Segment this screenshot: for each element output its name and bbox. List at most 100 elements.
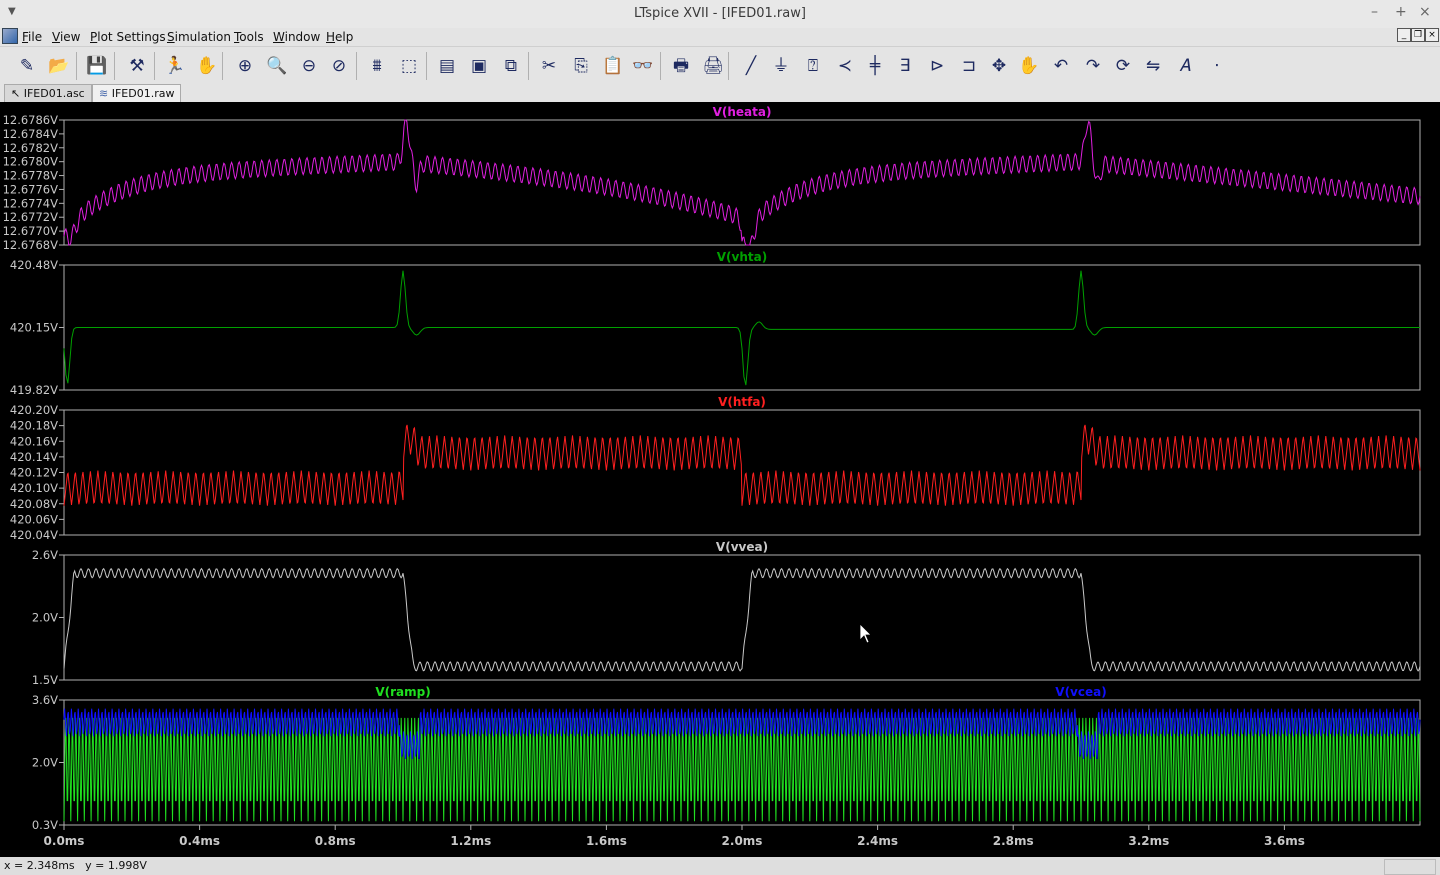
y-tick-label: 420.20V xyxy=(10,403,58,417)
paste-icon[interactable]: 📋 xyxy=(600,53,626,79)
toolbar-separator xyxy=(660,52,661,80)
x-tick-label: 3.6ms xyxy=(1264,834,1305,848)
trace-label[interactable]: V(vhta) xyxy=(717,250,767,264)
app-icon[interactable] xyxy=(2,28,18,44)
new-schematic-icon[interactable]: ✎ xyxy=(14,53,40,79)
text-icon[interactable]: 𝐴 xyxy=(1172,53,1198,79)
y-tick-label: 420.15V xyxy=(10,321,58,335)
mdi-minimize-icon[interactable]: _ xyxy=(1397,28,1411,42)
menu-plot-settings[interactable]: Plot Settings xyxy=(90,30,166,44)
toolbar-separator xyxy=(426,52,427,80)
tab-label: IFED01.asc xyxy=(23,87,85,100)
resistor-icon[interactable]: ≺ xyxy=(832,53,858,79)
mirror-icon[interactable]: ⇋ xyxy=(1140,53,1166,79)
tab-ifed01-asc[interactable]: ↖ IFED01.asc xyxy=(4,84,92,102)
x-tick-label: 0.0ms xyxy=(44,834,85,848)
menu-tools[interactable]: Tools xyxy=(234,30,264,44)
zoom-cancel-icon[interactable]: ⊘ xyxy=(326,53,352,79)
cut-icon[interactable]: ✂ xyxy=(536,53,562,79)
y-tick-label: 420.18V xyxy=(10,419,58,433)
y-tick-label: 0.3V xyxy=(32,818,58,832)
toolbar-separator xyxy=(728,52,729,80)
menu-window[interactable]: Window xyxy=(273,30,320,44)
x-tick-label: 2.0ms xyxy=(722,834,763,848)
trace-label[interactable]: V(htfa) xyxy=(718,395,766,409)
status-bar: x = 2.348ms y = 1.998V xyxy=(0,857,1440,875)
toolbar-separator xyxy=(114,52,115,80)
waveform-viewer[interactable]: 12.6786V 12.6784V 12.6782V 12.6780V 12.6778V… xyxy=(0,102,1440,857)
y-tick-label: 12.6772V xyxy=(3,210,59,224)
menu-help[interactable]: Help xyxy=(326,30,353,44)
title-bar: ▼ LTspice XVII - [IFED01.raw] – + × xyxy=(0,0,1440,28)
document-tabs: ↖ IFED01.asc ≋ IFED01.raw xyxy=(0,84,1440,102)
toolbar-separator xyxy=(76,52,77,80)
mdi-restore-icon[interactable]: ❐ xyxy=(1411,28,1425,42)
zoom-out-icon[interactable]: 🔍 xyxy=(264,53,290,79)
menu-view[interactable]: View xyxy=(52,30,80,44)
print-icon[interactable]: 🖨 xyxy=(700,53,726,79)
toolbar-separator xyxy=(154,52,155,80)
draw-wire-icon[interactable]: ╱ xyxy=(738,53,764,79)
resize-grip[interactable] xyxy=(1384,859,1436,875)
plot-pane-3[interactable] xyxy=(63,409,1421,536)
save-icon[interactable]: 💾 xyxy=(84,53,110,79)
select-plane-icon[interactable]: ⬚ xyxy=(396,53,422,79)
y-tick-label: 12.6784V xyxy=(3,127,59,141)
x-tick-label: 1.2ms xyxy=(450,834,491,848)
y-tick-label: 419.82V xyxy=(10,383,58,397)
halt-icon[interactable]: ✋ xyxy=(194,53,220,79)
redo-icon[interactable]: ↷ xyxy=(1080,53,1106,79)
waveform-plot-area[interactable]: 12.6786V12.6784V12.6782V12.6780V12.6778V… xyxy=(0,102,1440,857)
trace-label[interactable]: V(heata) xyxy=(713,105,772,119)
run-icon[interactable]: 🏃 xyxy=(162,53,188,79)
close-button[interactable]: × xyxy=(1419,4,1431,20)
print-preview-icon[interactable]: 🖶 xyxy=(668,53,694,79)
component-icon[interactable]: ⊐ xyxy=(956,53,982,79)
y-tick-label: 12.6778V xyxy=(3,169,59,183)
mdi-close-icon[interactable]: × xyxy=(1425,28,1439,42)
x-tick-label: 0.8ms xyxy=(315,834,356,848)
waveform-tab-icon: ≋ xyxy=(99,87,112,100)
copy-icon[interactable]: ⎘ xyxy=(568,53,594,79)
capacitor-icon[interactable]: ╪ xyxy=(862,53,888,79)
x-tick-label: 2.8ms xyxy=(993,834,1034,848)
tab-ifed01-raw[interactable]: ≋ IFED01.raw xyxy=(92,84,182,102)
menu-bar: File View Plot Settings Simulation Tools… xyxy=(0,28,1440,46)
toolbar-separator xyxy=(222,52,223,80)
y-tick-label: 420.08V xyxy=(10,497,58,511)
y-tick-label: 12.6770V xyxy=(3,224,59,238)
minimize-button[interactable]: – xyxy=(1371,4,1378,20)
zoom-full-icon[interactable]: ⊖ xyxy=(296,53,322,79)
trace-label[interactable]: V(vcea) xyxy=(1055,685,1106,699)
y-tick-label: 12.6786V xyxy=(3,113,59,127)
maximize-button[interactable]: + xyxy=(1395,4,1407,20)
schematic-tab-icon: ↖ xyxy=(11,87,24,100)
find-icon[interactable]: 👓 xyxy=(630,53,656,79)
cascade-icon[interactable]: ▣ xyxy=(466,53,492,79)
zoom-in-icon[interactable]: ⊕ xyxy=(232,53,258,79)
diode-icon[interactable]: ⊳ xyxy=(924,53,950,79)
ground-icon[interactable]: ⏚ xyxy=(768,53,794,79)
move-icon[interactable]: ✥ xyxy=(986,53,1012,79)
trace-label[interactable]: V(vvea) xyxy=(716,540,768,554)
trace-label[interactable]: V(ramp) xyxy=(375,685,430,699)
drag-icon[interactable]: ✋ xyxy=(1016,53,1042,79)
y-tick-label: 2.6V xyxy=(32,548,58,562)
label-net-icon[interactable]: ⍰ xyxy=(800,53,826,79)
rotate-icon[interactable]: ⟳ xyxy=(1110,53,1136,79)
x-tick-label: 0.4ms xyxy=(179,834,220,848)
tile-vertical-icon[interactable]: ⧉ xyxy=(498,53,524,79)
tile-horizontal-icon[interactable]: ▤ xyxy=(434,53,460,79)
y-tick-label: 12.6782V xyxy=(3,141,59,155)
menu-file[interactable]: File xyxy=(22,30,42,44)
plot-pane-1[interactable] xyxy=(63,119,1421,246)
menu-simulation[interactable]: Simulation xyxy=(167,30,231,44)
inductor-icon[interactable]: ∃ xyxy=(892,53,918,79)
autorange-icon[interactable]: ⩩ xyxy=(364,53,390,79)
undo-icon[interactable]: ↶ xyxy=(1048,53,1074,79)
open-icon[interactable]: 📂 xyxy=(46,53,72,79)
spice-directive-icon[interactable]: ⋅ xyxy=(1204,53,1230,79)
y-tick-label: 420.10V xyxy=(10,481,58,495)
control-panel-icon[interactable]: ⚒ xyxy=(124,53,150,79)
x-tick-label: 3.2ms xyxy=(1128,834,1169,848)
